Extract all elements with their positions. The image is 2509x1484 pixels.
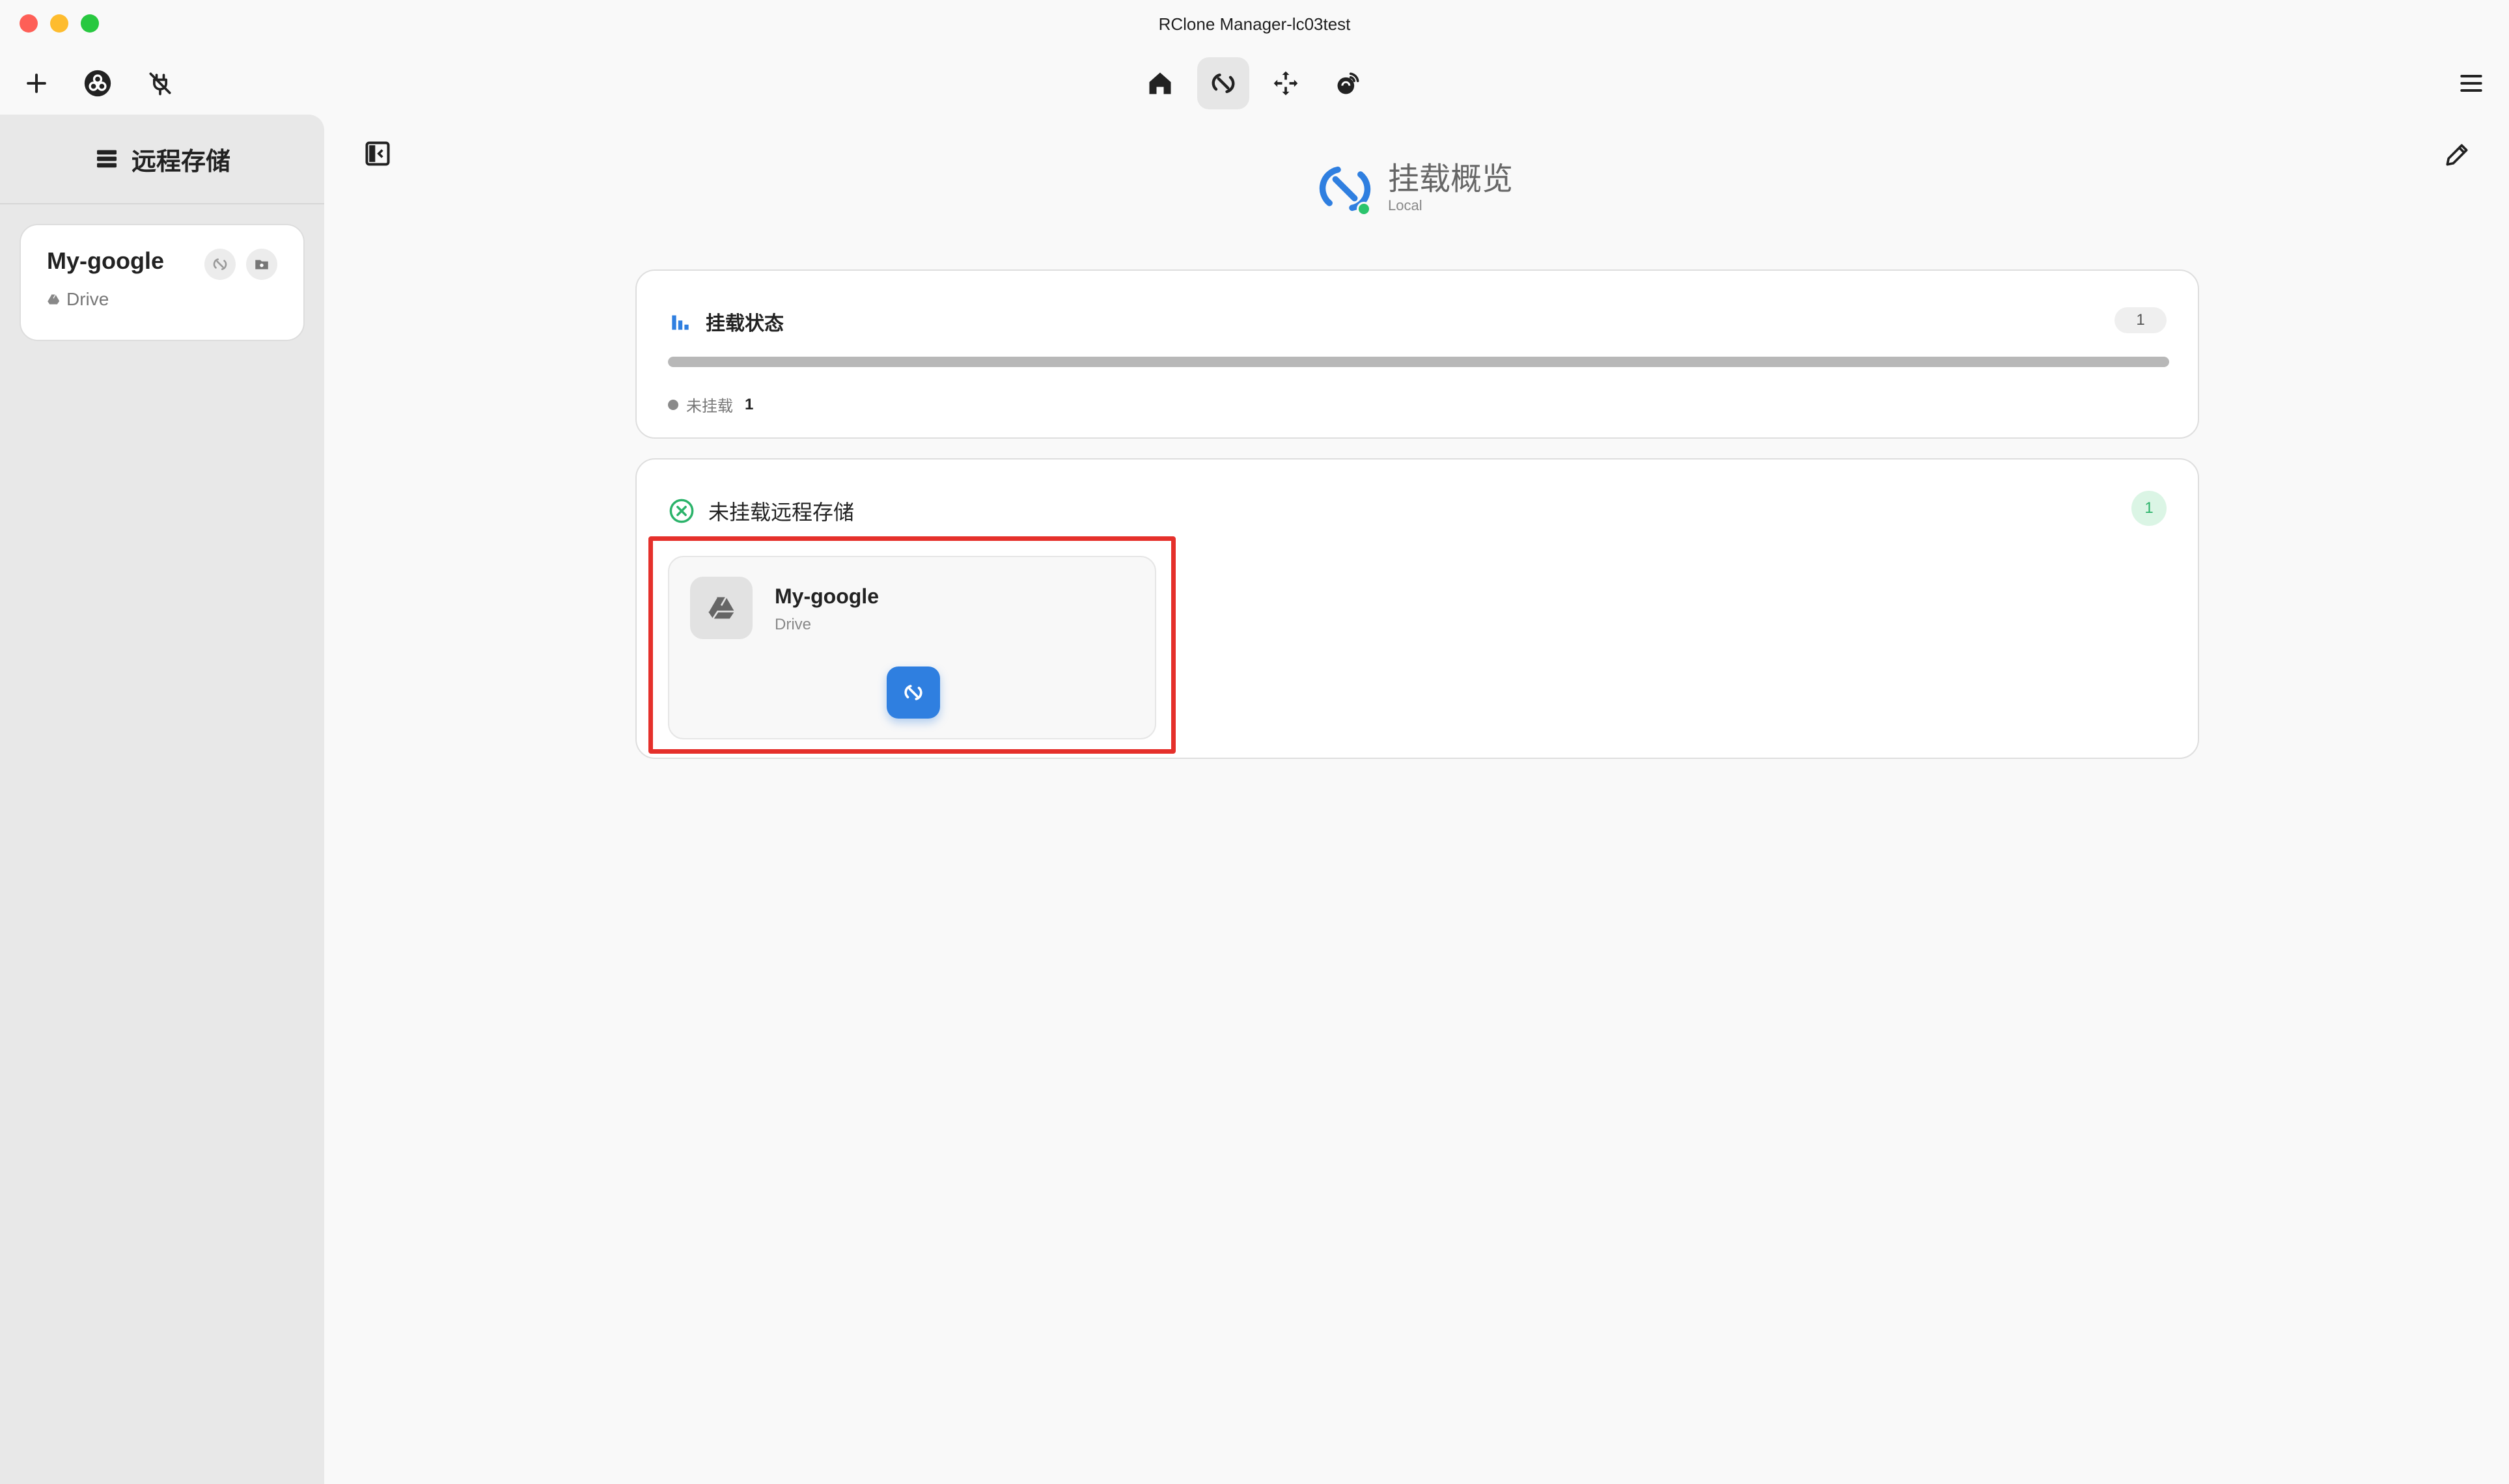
google-drive-icon [707,596,735,620]
tab-serve[interactable] [1322,57,1374,109]
status-legend-unmounted: 未挂载 1 [668,393,753,416]
disconnect-button[interactable] [134,57,186,109]
mount-status-count-badge: 1 [2114,307,2167,333]
mount-link-icon [213,258,227,270]
home-icon [1149,72,1171,94]
unmounted-progress-fill [668,357,2169,367]
page-title: 挂载概览 [1388,161,1514,197]
edit-button[interactable] [2440,138,2474,172]
pencil-icon [2446,144,2468,166]
remote-type-label: Drive [66,289,109,309]
x-circle-icon [669,499,694,523]
menu-icon [2460,74,2482,92]
mount-status-label: 挂载状态 [706,312,784,335]
tab-sync[interactable] [1260,57,1312,109]
mount-logo [1316,160,1374,217]
page-header: 挂载概览 Local [1316,160,1513,217]
sidebar-remote-card[interactable]: My-google Drive [20,224,305,341]
serve-broadcast-icon [1337,72,1359,94]
status-online-dot [1357,202,1371,216]
toggle-sidebar-button[interactable] [362,138,393,169]
legend-dot [668,399,678,410]
sync-arrows-icon [1273,71,1298,96]
mount-button[interactable] [887,666,940,719]
remote-name: My-google [775,584,879,608]
unmounted-remotes-header: 未挂载远程存储 [668,496,854,526]
page-subtitle: Local [1388,197,1422,213]
window-title: RClone Manager-lc03test [1158,14,1351,34]
bar-chart-icon [672,315,689,330]
remote-icon-tile [690,577,753,639]
unplug-icon [149,72,171,96]
mount-status-panel: 挂载状态 1 未挂载 1 [635,269,2199,439]
tab-mount[interactable] [1197,57,1249,109]
storage-list-icon [96,150,117,168]
google-drive-icon [47,294,60,305]
main-menu-button[interactable] [2445,57,2497,109]
remote-name: My-google [47,247,164,274]
tab-home[interactable] [1134,57,1186,109]
plus-icon [27,74,46,93]
rclone-logo-icon [84,70,111,97]
sidebar-toggle-icon [365,141,390,166]
sidebar-header: 远程存储 [0,115,324,204]
remote-type: Drive [47,289,277,310]
remote-type: Drive [775,616,812,633]
folder-icon [255,260,268,269]
mount-link-icon [904,685,922,700]
mount-status-header: 挂载状态 [668,307,784,336]
unmounted-remotes-label: 未挂载远程存储 [708,500,855,525]
add-remote-button[interactable] [10,57,62,109]
unmounted-count-badge: 1 [2131,491,2167,526]
mount-link-icon [1212,73,1235,94]
toolbar [0,52,2509,115]
unmounted-remotes-panel: 未挂载远程存储 1 My-google Drive [635,458,2199,759]
remote-mount-status-button[interactable] [204,249,236,280]
rclone-config-button[interactable] [72,57,124,109]
remote-browse-button[interactable] [246,249,277,280]
sidebar-title: 远程存储 [131,146,230,176]
unmounted-remote-card[interactable]: My-google Drive [668,556,1156,739]
legend-label: 未挂载 [686,398,733,415]
legend-value: 1 [745,395,754,413]
sidebar: 远程存储 My-google Drive [0,115,324,1484]
title-bar: RClone Manager-lc03test [0,0,2509,52]
mount-status-progress [668,357,2169,367]
